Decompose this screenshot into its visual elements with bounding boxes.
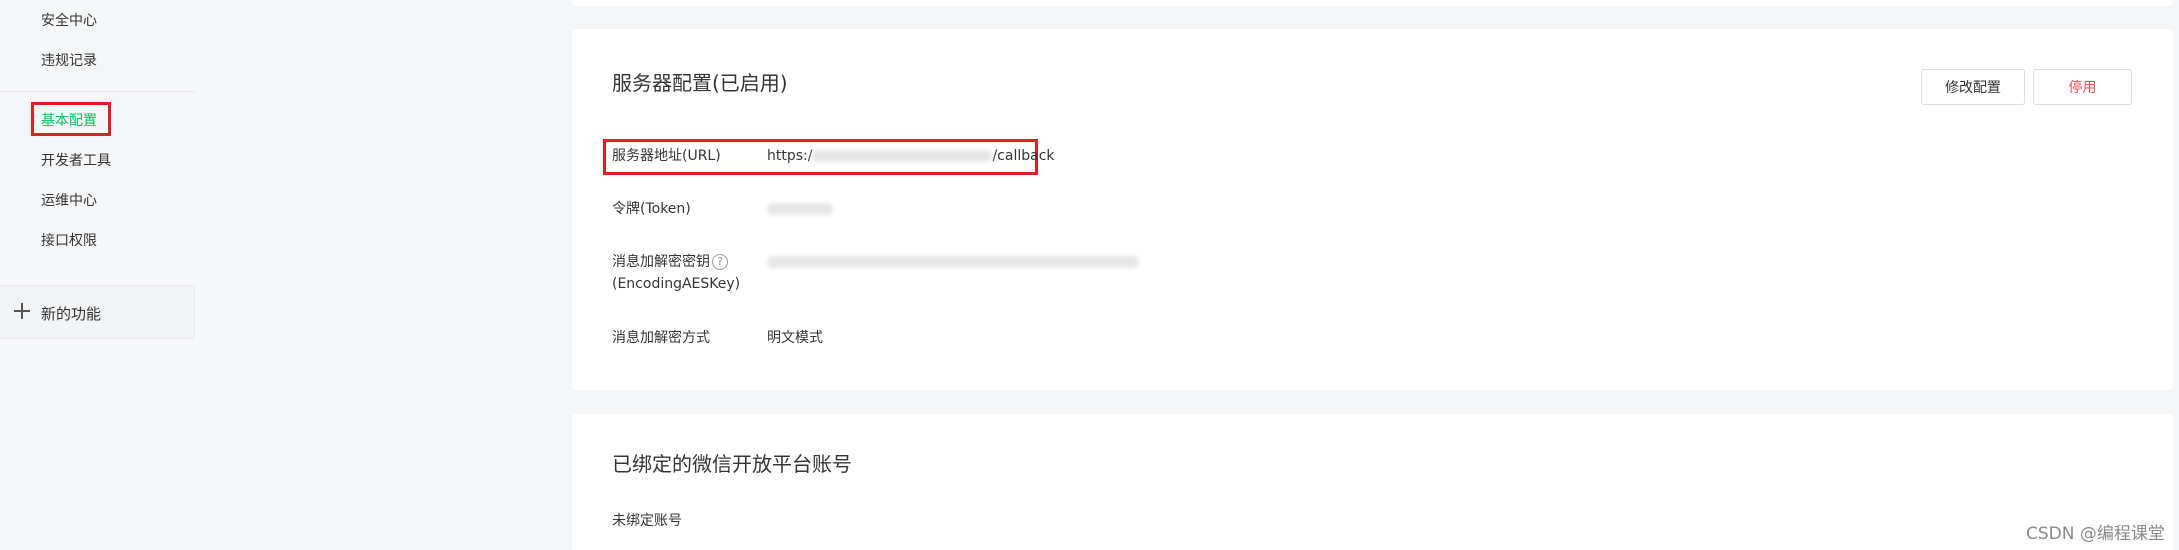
- new-features-button[interactable]: 新的功能: [0, 285, 195, 339]
- aes-key-value: [767, 251, 1139, 273]
- sidebar-item-developer-tools[interactable]: 开发者工具: [41, 150, 111, 170]
- server-config-card: 服务器配置(已启用) 修改配置 停用 服务器地址(URL) https:/ /ca…: [572, 29, 2173, 390]
- sidebar-item-api-permissions[interactable]: 接口权限: [41, 230, 97, 250]
- redacted-url: [812, 150, 993, 162]
- redacted-aes-key: [767, 256, 1139, 268]
- url-label: 服务器地址(URL): [612, 148, 721, 164]
- bound-accounts-empty-text: 未绑定账号: [612, 513, 682, 529]
- modify-config-button[interactable]: 修改配置: [1921, 69, 2025, 105]
- plus-icon: [14, 303, 30, 319]
- aes-key-label-line2: (EncodingAESKey): [612, 276, 741, 292]
- bound-accounts-title: 已绑定的微信开放平台账号: [612, 452, 852, 476]
- aes-key-label: 消息加解密密钥? (EncodingAESKey): [612, 251, 740, 295]
- token-value: [767, 198, 833, 220]
- question-circle-icon[interactable]: ?: [712, 254, 728, 270]
- redacted-token: [767, 203, 833, 215]
- url-value-suffix: /callback: [992, 148, 1055, 164]
- previous-card-bottom: [572, 0, 2173, 6]
- sidebar: 安全中心 违规记录 基本配置 开发者工具 运维中心 接口权限 新的功能: [0, 0, 196, 550]
- new-features-label: 新的功能: [41, 305, 102, 323]
- sidebar-item-violation-records[interactable]: 违规记录: [41, 50, 97, 70]
- sidebar-item-ops-center[interactable]: 运维中心: [41, 190, 97, 210]
- url-value-prefix: https:/: [767, 148, 813, 164]
- server-config-title: 服务器配置(已启用): [612, 71, 788, 95]
- url-value: https:/ /callback: [767, 145, 1055, 167]
- token-label: 令牌(Token): [612, 201, 691, 217]
- encrypt-mode-label: 消息加解密方式: [612, 330, 710, 346]
- disable-button[interactable]: 停用: [2033, 69, 2132, 105]
- sidebar-item-security-center[interactable]: 安全中心: [41, 10, 97, 30]
- sidebar-divider: [0, 91, 196, 92]
- bound-accounts-card: 已绑定的微信开放平台账号 未绑定账号: [572, 414, 2173, 550]
- encrypt-mode-value: 明文模式: [767, 330, 823, 346]
- watermark: CSDN @编程课堂: [2026, 524, 2165, 544]
- aes-key-label-line1: 消息加解密密钥: [612, 254, 710, 270]
- sidebar-item-basic-config[interactable]: 基本配置: [41, 110, 97, 130]
